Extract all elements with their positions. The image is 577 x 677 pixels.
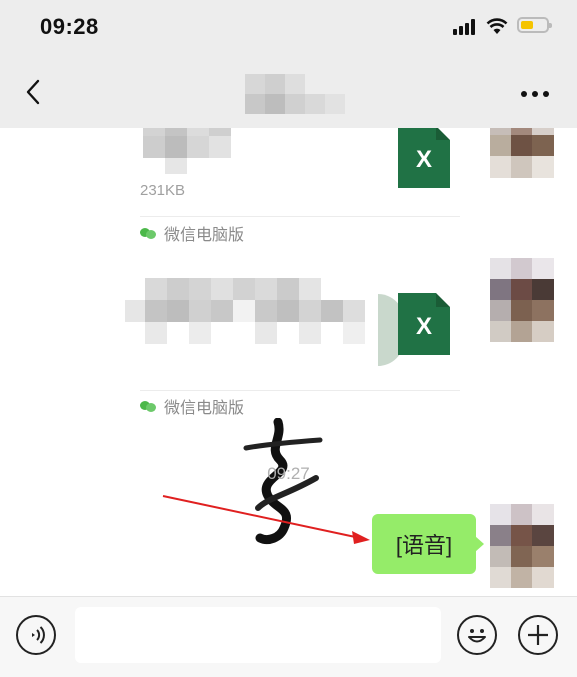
pixelated-chat-title [245, 74, 345, 130]
status-bar: 09:28 [0, 0, 577, 56]
message-list[interactable]: X 231KB 微信电脑版 X 微信电脑版 09:27 [语音] [0, 128, 577, 596]
voice-message-bubble[interactable]: [语音] [372, 514, 484, 574]
voice-toggle-icon[interactable] [16, 615, 56, 655]
emoji-icon[interactable] [457, 615, 497, 655]
chat-header [0, 56, 577, 128]
wifi-icon [486, 18, 508, 34]
signal-icon [453, 19, 479, 35]
more-dots-icon[interactable] [520, 90, 550, 98]
message-input[interactable] [75, 607, 441, 663]
battery-icon [517, 17, 552, 33]
status-time: 09:28 [40, 14, 99, 39]
input-bar [0, 596, 577, 677]
chevron-left-icon[interactable] [22, 78, 46, 106]
plus-icon[interactable] [518, 615, 558, 655]
avatar[interactable] [490, 504, 554, 588]
